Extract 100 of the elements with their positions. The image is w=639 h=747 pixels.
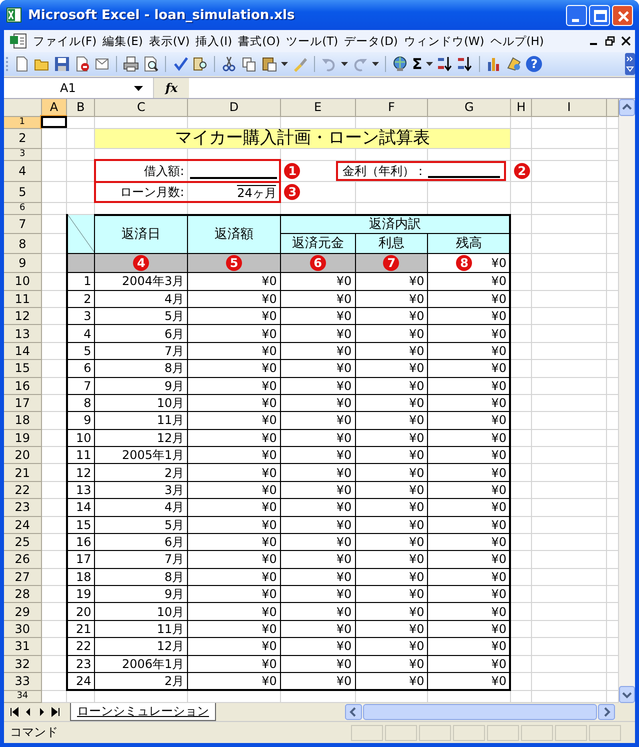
row-header[interactable]: 4 (4, 160, 42, 182)
table-cell: ¥0 (491, 639, 506, 654)
row-header[interactable]: 7 (4, 214, 42, 234)
row-header[interactable]: 1 (4, 116, 42, 128)
row-header[interactable]: 9 (4, 253, 42, 273)
row-header[interactable]: 18 (4, 412, 42, 430)
function-label[interactable]: fx (154, 78, 189, 98)
table-cell: ¥0 (408, 361, 424, 376)
table-cell: ¥0 (336, 622, 352, 636)
sheet-title: マイカー購入計画・ローン試算表 (94, 128, 510, 149)
row-header[interactable]: 29 (4, 602, 42, 620)
table-cell: 14 (76, 500, 92, 514)
column-header[interactable]: F (355, 99, 428, 116)
table-cell: ¥0 (408, 274, 424, 288)
row-header[interactable]: 12 (4, 308, 42, 325)
menu-item[interactable]: ヘルプ(H) (487, 32, 547, 50)
table-cell: 2月 (164, 466, 184, 480)
column-header[interactable]: E (280, 99, 356, 116)
table-cell: 13 (76, 482, 92, 497)
input-field[interactable]: 24ヶ月 (237, 185, 276, 200)
row-header[interactable]: 8 (4, 234, 42, 254)
table-cell: ¥0 (262, 344, 277, 358)
row-header[interactable]: 6 (4, 202, 42, 215)
row-header[interactable]: 2 (4, 128, 42, 149)
table-cell: 10月 (156, 604, 184, 619)
column-header[interactable]: C (94, 99, 188, 116)
row-header[interactable]: 5 (4, 182, 42, 202)
column-header[interactable]: B (66, 99, 95, 116)
row-header[interactable]: 23 (4, 498, 42, 516)
menu-item[interactable]: ファイル(F) (30, 32, 100, 50)
column-header[interactable]: I (532, 99, 606, 116)
table-cell: ¥0 (262, 378, 277, 393)
row-header[interactable]: 11 (4, 290, 42, 308)
table-cell: 3 (84, 309, 92, 324)
column-header[interactable]: H (510, 99, 532, 116)
menu-item[interactable]: ウィンドウ(W) (400, 32, 488, 50)
row-header[interactable]: 22 (4, 481, 42, 499)
table-cell: 4月 (164, 500, 184, 514)
table-cell: ¥0 (336, 500, 352, 514)
menu-item[interactable]: ツール(T) (283, 32, 342, 50)
table-cell: 19 (76, 587, 92, 602)
table-cell: ¥0 (262, 535, 277, 550)
row-header[interactable]: 30 (4, 620, 42, 638)
number-badge: 3 (284, 184, 300, 200)
table-cell: 9月 (164, 378, 184, 393)
table-cell: ¥0 (408, 292, 424, 306)
name-box[interactable]: A1 (60, 81, 76, 95)
table-cell: 21 (76, 622, 92, 636)
row-header[interactable]: 31 (4, 638, 42, 656)
row-header[interactable]: 13 (4, 324, 42, 342)
column-header[interactable]: A (41, 99, 67, 116)
menu-item[interactable]: 表示(V) (146, 32, 193, 50)
table-cell: 8月 (164, 361, 184, 376)
row-header[interactable]: 16 (4, 377, 42, 394)
table-cell: ¥0 (408, 448, 424, 462)
row-header[interactable]: 26 (4, 550, 42, 568)
table-cell: ¥0 (336, 518, 352, 532)
row-header[interactable]: 28 (4, 586, 42, 603)
row-header[interactable]: 24 (4, 516, 42, 534)
table-cell: ¥0 (336, 656, 352, 671)
column-heading: 残高 (428, 234, 510, 254)
menu-item[interactable]: 挿入(I) (192, 32, 236, 50)
row-header[interactable]: 34 (4, 690, 42, 702)
table-cell: ¥0 (491, 413, 506, 428)
number-badge: 2 (514, 163, 530, 180)
row-header[interactable]: 25 (4, 533, 42, 551)
number-badge: 1 (284, 163, 300, 180)
column-heading: 返済元金 (280, 234, 356, 254)
row-header[interactable]: 21 (4, 464, 42, 482)
table-cell: ¥0 (336, 378, 352, 393)
row-header[interactable]: 20 (4, 446, 42, 464)
row-header[interactable]: 17 (4, 394, 42, 412)
menu-item[interactable]: データ(D) (341, 32, 401, 50)
table-cell: ¥0 (336, 552, 352, 566)
column-heading: 返済額 (188, 214, 280, 254)
autosum-button[interactable]: Σ (412, 55, 422, 73)
row-header[interactable]: 14 (4, 342, 42, 360)
row-header[interactable]: 19 (4, 429, 42, 447)
table-cell: ¥0 (491, 344, 506, 358)
menu-item[interactable]: 書式(O) (235, 32, 284, 50)
row-header[interactable]: 10 (4, 272, 42, 290)
table-cell: ¥0 (408, 344, 424, 358)
table-cell: ¥0 (491, 622, 506, 636)
row-header[interactable]: 15 (4, 360, 42, 378)
table-cell: 6月 (164, 535, 184, 550)
number-badge: 4 (133, 255, 150, 272)
help-button[interactable]: ? (526, 56, 542, 72)
sheet-tab[interactable]: ローンシミュレーション (70, 703, 216, 721)
row-header[interactable]: 27 (4, 568, 42, 586)
menu-item[interactable]: 編集(E) (100, 32, 146, 50)
column-header[interactable]: G (428, 99, 510, 116)
table-cell: 15 (76, 518, 92, 532)
table-cell: 7月 (164, 344, 184, 358)
row-header[interactable]: 3 (4, 148, 42, 160)
column-header[interactable]: D (188, 99, 280, 116)
row-header[interactable]: 33 (4, 672, 42, 690)
table-cell: ¥0 (336, 326, 352, 341)
table-cell: ¥0 (491, 570, 506, 584)
table-cell: 11 (76, 448, 92, 462)
row-header[interactable]: 32 (4, 655, 42, 672)
